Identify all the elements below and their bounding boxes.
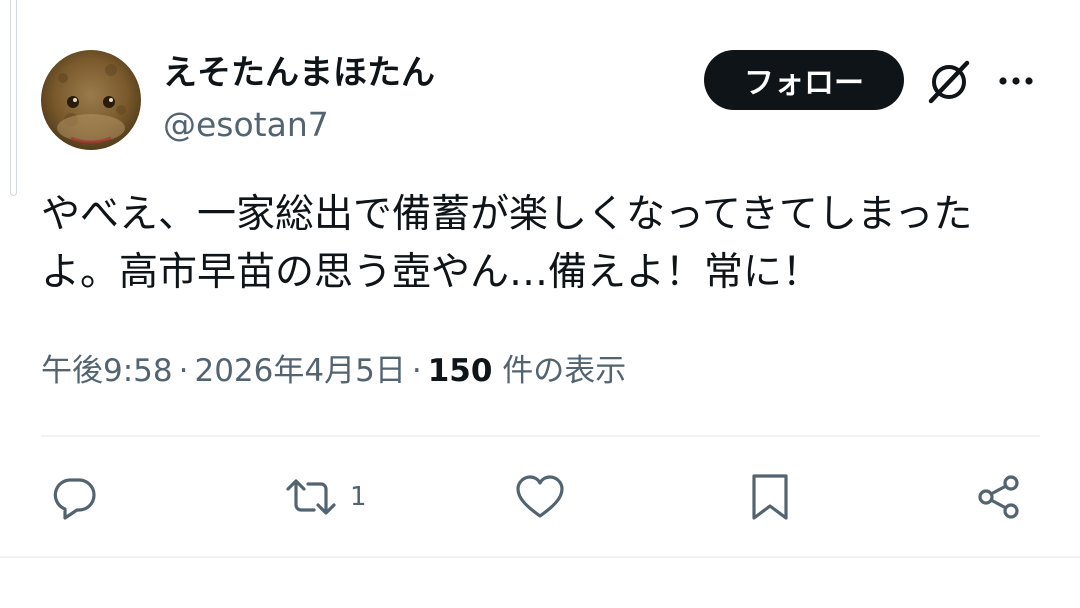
meta-separator: ·	[178, 353, 189, 389]
meta-separator: ·	[411, 353, 422, 389]
author-handle[interactable]: @esotan7	[163, 103, 329, 147]
retweet-icon	[282, 472, 340, 522]
more-icon[interactable]	[996, 64, 1036, 98]
views-label: 件の表示	[502, 353, 627, 389]
bookmark-icon	[748, 472, 792, 522]
retweet-button[interactable]: 1	[282, 472, 367, 522]
tweet-date[interactable]: 2026年4月5日	[194, 353, 405, 389]
reply-icon	[50, 472, 100, 522]
author-display-name[interactable]: えそたんまほたん	[163, 50, 435, 96]
heart-icon	[514, 472, 566, 522]
grok-icon[interactable]	[923, 56, 975, 108]
share-icon	[974, 472, 1024, 522]
views-count: 150	[427, 353, 493, 389]
bottom-divider	[0, 556, 1080, 558]
follow-button[interactable]: フォロー	[704, 50, 904, 110]
bookmark-button[interactable]	[748, 472, 792, 522]
scroll-indicator[interactable]	[10, 0, 17, 196]
reply-button[interactable]	[50, 472, 100, 522]
divider	[41, 435, 1040, 437]
tweet-meta: 午後9:58 · 2026年4月5日 · 150 件の表示	[41, 347, 626, 395]
retweet-count: 1	[350, 482, 367, 512]
avatar[interactable]	[41, 50, 141, 150]
tweet-time[interactable]: 午後9:58	[41, 353, 173, 389]
like-button[interactable]	[514, 472, 566, 522]
share-button[interactable]	[974, 472, 1024, 522]
tweet-detail-page: えそたんまほたん @esotan7 フォロー やべえ、一家総出で備蓄が楽しくなっ…	[0, 0, 1080, 608]
tweet-text: やべえ、一家総出で備蓄が楽しくなってきてしまったよ。高市早苗の思う壺やん…備えよ…	[41, 192, 973, 295]
